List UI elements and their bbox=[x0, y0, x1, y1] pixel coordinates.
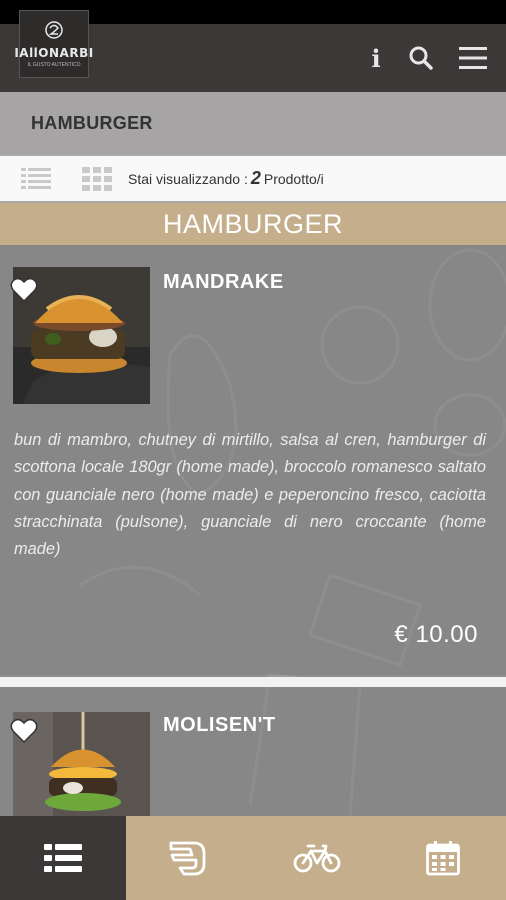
favorite-heart-icon[interactable] bbox=[10, 718, 38, 749]
section-header: HAMBURGER bbox=[0, 203, 506, 245]
grid-view-icon[interactable] bbox=[82, 166, 112, 197]
logo-tagline: IL GUSTO AUTENTICO bbox=[27, 62, 81, 68]
product-list[interactable]: MANDRAKE bun di mambro, chutney di mirti… bbox=[0, 245, 506, 816]
logo-emblem-icon bbox=[43, 20, 65, 44]
hamburger-menu-icon[interactable] bbox=[457, 42, 489, 74]
calendar-icon bbox=[426, 841, 460, 876]
product-card[interactable]: MOLISEN'T bbox=[0, 687, 506, 816]
product-price: € 10.00 bbox=[394, 621, 478, 648]
results-count-text: Stai visualizzando :2 Prodotto/i bbox=[128, 168, 324, 189]
product-card[interactable]: MANDRAKE bun di mambro, chutney di mirti… bbox=[0, 245, 506, 675]
view-toolbar: Stai visualizzando :2 Prodotto/i bbox=[0, 156, 506, 201]
bottom-tab-bar bbox=[0, 816, 506, 900]
tab-menu[interactable] bbox=[0, 816, 126, 900]
info-icon[interactable]: i bbox=[360, 42, 392, 74]
list-view-icon[interactable] bbox=[21, 166, 51, 197]
product-description: bun di mambro, chutney di mirtillo, sals… bbox=[14, 431, 486, 559]
product-name[interactable]: MOLISEN'T bbox=[163, 714, 276, 737]
search-icon[interactable] bbox=[405, 42, 437, 74]
category-title: HAMBURGER bbox=[31, 112, 153, 133]
logo-wordmark: IAllONARBI bbox=[14, 46, 94, 60]
product-name[interactable]: MANDRAKE bbox=[163, 271, 284, 294]
brand-logo[interactable]: IAllONARBI IL GUSTO AUTENTICO bbox=[14, 10, 93, 78]
tab-delivery[interactable] bbox=[253, 816, 380, 900]
menu-list-icon bbox=[44, 844, 82, 872]
results-unit: Prodotto/i bbox=[263, 171, 324, 187]
results-label: Stai visualizzando : bbox=[128, 171, 248, 187]
takeaway-icon bbox=[169, 841, 205, 876]
section-title: HAMBURGER bbox=[162, 208, 343, 239]
favorite-heart-icon[interactable] bbox=[10, 277, 38, 308]
delivery-bike-icon bbox=[293, 844, 340, 873]
card-divider bbox=[0, 677, 506, 687]
tab-takeaway[interactable] bbox=[126, 816, 253, 900]
results-count: 2 bbox=[250, 168, 261, 188]
tab-booking[interactable] bbox=[380, 816, 506, 900]
category-breadcrumb: HAMBURGER bbox=[0, 92, 506, 154]
